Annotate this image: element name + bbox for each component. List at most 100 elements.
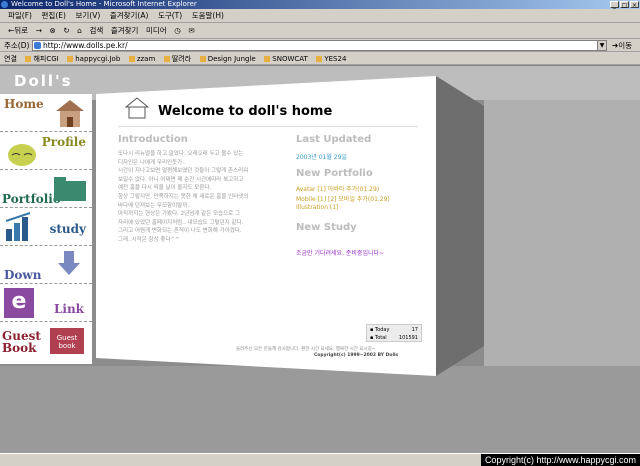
nav-down-label: Down — [4, 268, 42, 282]
address-dropdown-icon[interactable]: ▼ — [597, 40, 607, 51]
nav-portfolio[interactable]: Portfolio — [0, 170, 92, 208]
updated-date[interactable]: 2003년 01월 29일 — [296, 152, 347, 161]
portfolio-link[interactable]: Avatar [1] 아바타 추가(01.29) — [296, 184, 379, 193]
house-outline-icon — [124, 97, 150, 119]
divider — [118, 126, 418, 127]
intro-line: 아직까지는 현상은 가봤다. 2년넘게 같은 모습으로 그 — [118, 211, 240, 218]
nav-home[interactable]: Home — [0, 94, 92, 132]
bar-graph-icon — [5, 212, 31, 241]
link-item[interactable]: YES24 — [316, 55, 346, 63]
intro-line: 또다시 리뉴얼을 하고 말았다. 오래오래 두고 볼수 있는 — [118, 151, 244, 157]
menu-edit[interactable]: 편집(E) — [42, 11, 66, 20]
menu-tools[interactable]: 도구(T) — [158, 11, 182, 20]
minimize-button[interactable]: _ — [610, 1, 619, 9]
nav-study-label: study — [49, 222, 86, 236]
nav-link[interactable]: e Link — [0, 284, 92, 322]
address-bar: 주소(D) http://www.dolls.pe.kr/ ▼ ➔이동 — [0, 39, 640, 52]
menu-favorites[interactable]: 즐겨찾기(A) — [110, 11, 149, 20]
intro-line: 항상 그렇지만, 만족하지는 못한 채 새로운 홈을 인터넷의 — [118, 193, 249, 200]
ie-icon — [1, 1, 8, 8]
home-icon[interactable]: ⌂ — [77, 26, 82, 35]
nav-home-label: Home — [4, 97, 44, 111]
portfolio-link[interactable]: Illustration [1] — [296, 204, 338, 211]
total-label: Total — [374, 335, 387, 341]
intro-line: 그래..시작은 항상 좋다^^ — [118, 236, 180, 243]
address-url: http://www.dolls.pe.kr/ — [43, 41, 128, 50]
page-icon — [34, 42, 41, 49]
study-heading: New Study — [296, 222, 357, 233]
intro-line: 시간이 지나고보면 멀쩡해보였던 것들이 그렇게 촌스러워 — [118, 168, 249, 175]
updated-heading: Last Updated — [296, 134, 372, 145]
room-floor — [0, 366, 640, 453]
link-item[interactable]: happycgi.Job — [67, 55, 120, 63]
intro-heading: Introduction — [118, 134, 188, 145]
menu-file[interactable]: 파일(F) — [8, 11, 32, 20]
address-label: 주소(D) — [4, 41, 30, 50]
web-page: Doll's Home Profile Portfolio study Down… — [0, 66, 640, 453]
link-item[interactable]: 해피CGI — [25, 55, 58, 63]
status-bar: Copyright(c) http://www.happycgi.com — [0, 453, 640, 466]
close-button[interactable]: × — [630, 1, 639, 9]
stop-icon[interactable]: ⊗ — [49, 26, 55, 35]
intro-line: 자리에 있었던 홈페이지처럼.. 내모습도 그렇던지 같다. — [118, 219, 244, 226]
link-item[interactable]: 딸려라 — [164, 55, 191, 63]
today-value: 17 — [411, 327, 418, 333]
intro-line: 예전 홈을 다시 띄울 날이 올지도 모른다. — [118, 185, 212, 192]
visitor-counter: ▪ Today 17 ▪ Total 101591 — [366, 324, 422, 342]
nav-link-label: Link — [53, 302, 84, 316]
download-arrow-icon — [58, 251, 80, 275]
media-button[interactable]: 미디어 — [146, 26, 167, 35]
go-button[interactable]: ➔이동 — [612, 39, 633, 51]
site-title: Doll's — [14, 72, 73, 90]
nav-down[interactable]: Down — [0, 246, 92, 284]
guestbook-icon: Guest book — [50, 328, 84, 354]
room-right-wall — [484, 100, 640, 366]
folder-icon — [54, 177, 86, 201]
house-icon — [56, 100, 84, 127]
link-item[interactable]: SNOWCAT — [264, 55, 308, 63]
total-value: 101591 — [398, 335, 418, 341]
maximize-button[interactable]: □ — [620, 1, 629, 9]
girl-face-icon — [8, 144, 36, 166]
favorites-button[interactable]: 즐겨찾기 — [111, 26, 139, 35]
intro-line: 바다에 던져보는 무모함이랄까.. — [118, 202, 191, 209]
footer-message: 들러주신 모든 분들께 감사합니다. 편한 시간 되세요. 행복한 시간 되시길… — [236, 347, 376, 352]
address-input[interactable]: http://www.dolls.pe.kr/ — [32, 40, 606, 51]
menu-view[interactable]: 보기(V) — [75, 11, 100, 20]
link-item[interactable]: Design Jungle — [200, 55, 256, 63]
window-title: Welcome to Doll's Home - Microsoft Inter… — [11, 0, 197, 8]
links-label: 연결 — [4, 55, 17, 63]
go-label: 이동 — [618, 41, 633, 50]
history-icon[interactable]: ◷ — [174, 26, 181, 35]
menu-bar: 파일(F) 편집(E) 보기(V) 즐겨찾기(A) 도구(T) 도움말(H) — [0, 9, 640, 23]
refresh-icon[interactable]: ↻ — [63, 26, 69, 35]
portfolio-heading: New Portfolio — [296, 168, 373, 179]
today-label: Today — [374, 327, 390, 333]
back-button[interactable]: ←뒤로 — [8, 26, 28, 35]
nav-guestbook[interactable]: Guest Book Guest book — [0, 322, 92, 360]
intro-line: 그리고 어렴게 변화되는 흔적이 나도 변화해 가야겠다. — [118, 228, 242, 235]
footer-copyright: Copyright(c) 1999~2002 BY Dolls — [314, 353, 399, 358]
portfolio-link[interactable]: Mobile [1] [2] 모바일 추가(01.29) — [296, 194, 390, 203]
link-item[interactable]: zzam — [129, 55, 155, 63]
title-bar: Welcome to Doll's Home - Microsoft Inter… — [0, 0, 640, 9]
main-content-panel: Welcome to doll's home Introduction 또다시 … — [96, 76, 436, 376]
window-controls: _ □ × — [610, 1, 639, 9]
side-navigation: Home Profile Portfolio study Down e Link… — [0, 94, 92, 364]
welcome-heading: Welcome to doll's home — [158, 104, 333, 119]
study-text: 조금만 기다려세요. 준비중입니다~ — [296, 250, 385, 257]
toolbar: ←뒤로 → ⊗ ↻ ⌂ 검색 즐겨찾기 미디어 ◷ ✉ — [0, 23, 640, 39]
copyright-caption: Copyright(c) http://www.happycgi.com — [480, 454, 640, 466]
links-bar: 연결 해피CGI happycgi.Job zzam 딸려라 Design Ju… — [0, 52, 640, 65]
forward-button[interactable]: → — [36, 26, 42, 35]
link-e-icon: e — [4, 288, 34, 318]
nav-profile[interactable]: Profile — [0, 132, 92, 170]
intro-line: 디자인은 나에게 무리인듯가.. — [118, 159, 186, 166]
mail-icon[interactable]: ✉ — [188, 26, 194, 35]
search-button[interactable]: 검색 — [89, 26, 103, 35]
nav-study[interactable]: study — [0, 208, 92, 246]
counter-today: ▪ Today 17 — [370, 327, 418, 333]
menu-help[interactable]: 도움말(H) — [192, 11, 224, 20]
counter-total: ▪ Total 101591 — [370, 335, 418, 341]
intro-text: 또다시 리뉴얼을 하고 말았다. 오래오래 두고 볼수 있는 디자인은 나에게 … — [118, 150, 288, 245]
